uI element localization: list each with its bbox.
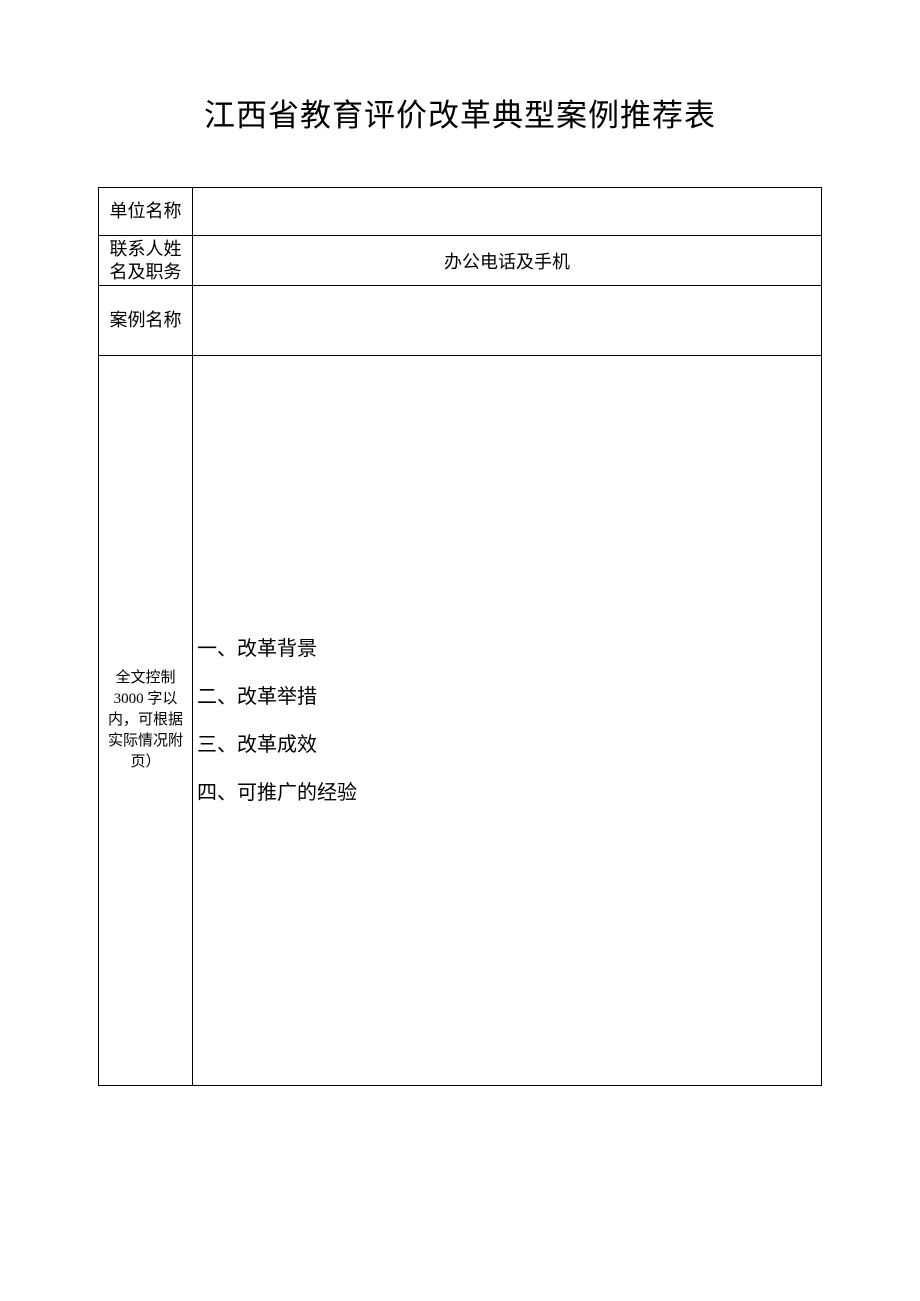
unit-name-value	[193, 188, 822, 236]
page-title: 江西省教育评价改革典型案例推荐表	[98, 90, 822, 135]
table-row: 联系人姓名及职务 办公电话及手机	[99, 236, 822, 286]
outline-item-1: 一、改革背景	[197, 625, 817, 673]
table-row: 单位名称	[99, 188, 822, 236]
case-name-value	[193, 286, 822, 356]
contact-label: 联系人姓名及职务	[99, 236, 193, 286]
table-row: 全文控制3000 字以内，可根据实际情况附页） 一、改革背景 二、改革举措 三、…	[99, 356, 822, 1086]
outline-item-4: 四、可推广的经验	[197, 769, 817, 817]
case-name-label: 案例名称	[99, 286, 193, 356]
content-outline: 一、改革背景 二、改革举措 三、改革成效 四、可推广的经验	[193, 356, 822, 1086]
outline-item-3: 三、改革成效	[197, 721, 817, 769]
recommendation-form-table: 单位名称 联系人姓名及职务 办公电话及手机 案例名称 全文控制3000 字以内，…	[98, 187, 822, 1086]
outline-item-2: 二、改革举措	[197, 673, 817, 721]
unit-name-label: 单位名称	[99, 188, 193, 236]
table-row: 案例名称	[99, 286, 822, 356]
contact-value: 办公电话及手机	[193, 236, 822, 286]
content-note-label: 全文控制3000 字以内，可根据实际情况附页）	[99, 356, 193, 1086]
